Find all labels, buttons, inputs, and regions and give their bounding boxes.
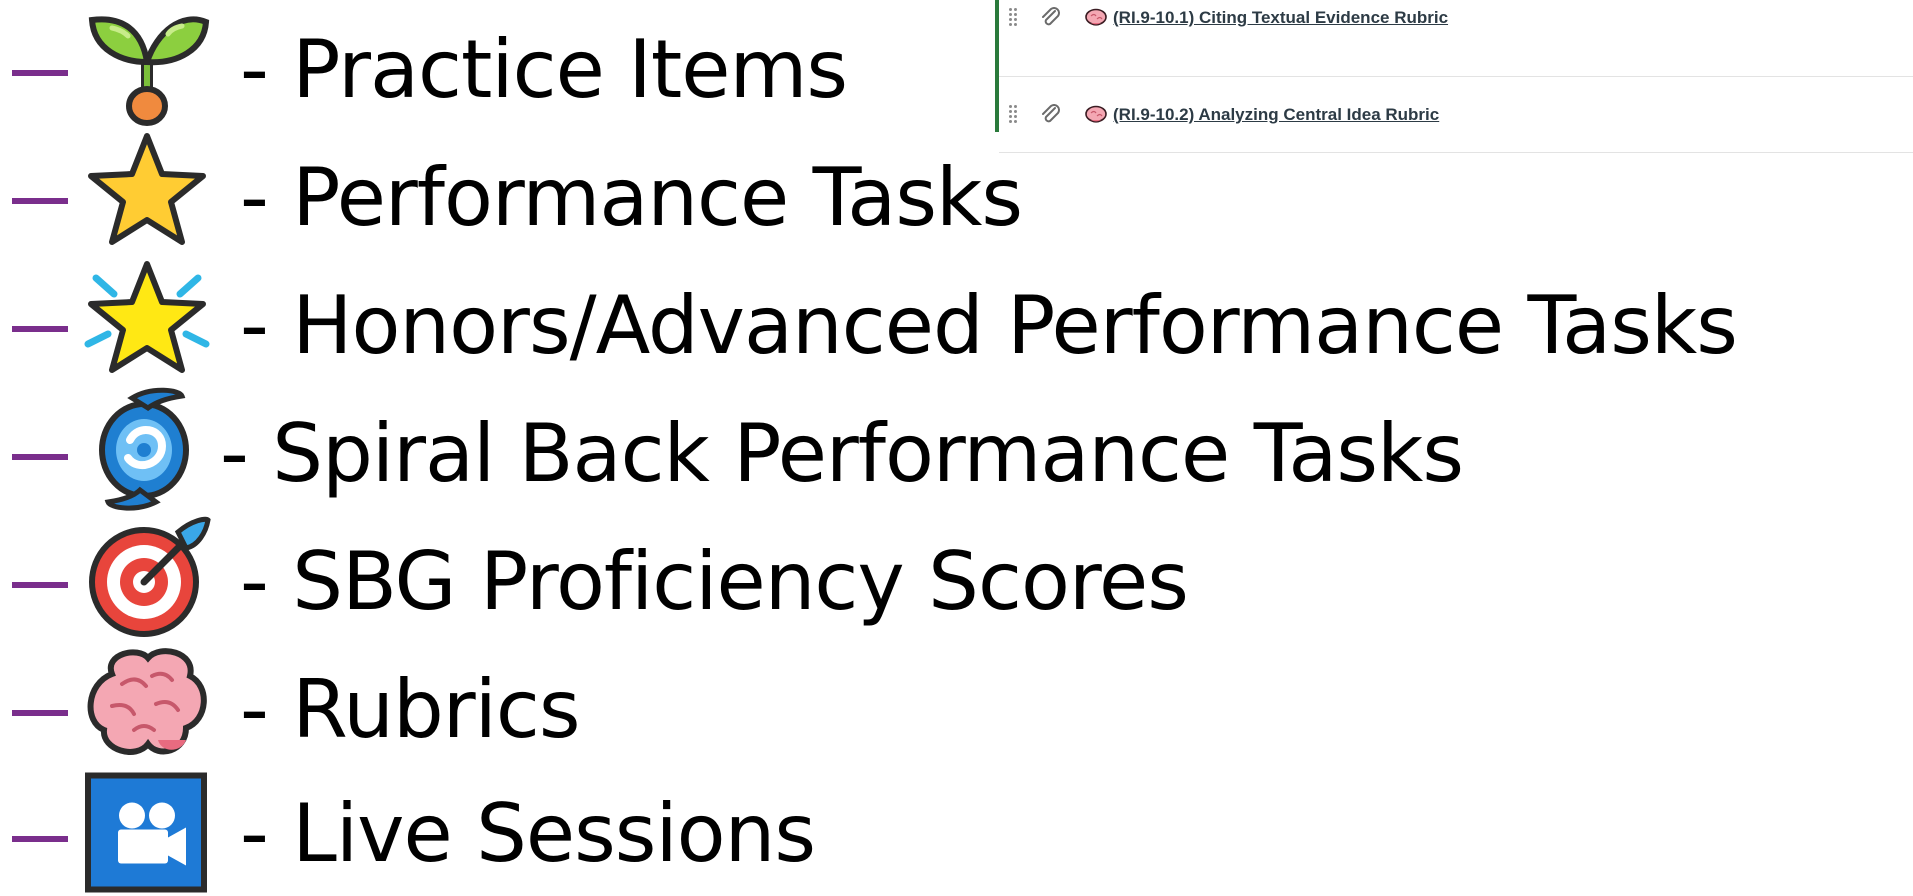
movie-camera-icon	[85, 772, 207, 893]
star-icon	[88, 133, 206, 245]
cyclone-icon	[99, 387, 189, 511]
bullet-dash	[12, 326, 68, 332]
legend-label: - Rubrics	[240, 663, 581, 756]
legend-item-spiral-back: - Spiral Back Performance Tasks	[0, 384, 1913, 512]
bullet-dash	[12, 198, 68, 204]
legend-item-live-sessions: - Live Sessions	[0, 768, 1913, 896]
legend-label: - Practice Items	[240, 23, 848, 116]
legend-label: - Performance Tasks	[240, 151, 1023, 244]
bullet-dash	[12, 454, 68, 460]
bullet-dash	[12, 836, 68, 842]
bullet-dash	[12, 710, 68, 716]
legend-item-performance-tasks: - Performance Tasks	[0, 128, 1913, 256]
bullet-dash	[12, 70, 68, 76]
legend-item-sbg-scores: - SBG Proficiency Scores	[0, 512, 1913, 640]
glowing-star-icon	[84, 261, 210, 373]
brain-icon	[87, 648, 207, 755]
legend-item-honors-advanced: - Honors/Advanced Performance Tasks	[0, 256, 1913, 384]
legend-label: - Spiral Back Performance Tasks	[220, 407, 1464, 500]
legend-item-rubrics: - Rubrics	[0, 640, 1913, 768]
bullet-dash	[12, 582, 68, 588]
legend-label: - Live Sessions	[240, 787, 816, 880]
seedling-icon	[88, 16, 210, 126]
legend-label: - Honors/Advanced Performance Tasks	[240, 279, 1738, 372]
direct-hit-icon	[89, 516, 211, 637]
legend-label: - SBG Proficiency Scores	[240, 535, 1189, 628]
legend-item-practice-items: - Practice Items	[0, 0, 1913, 128]
